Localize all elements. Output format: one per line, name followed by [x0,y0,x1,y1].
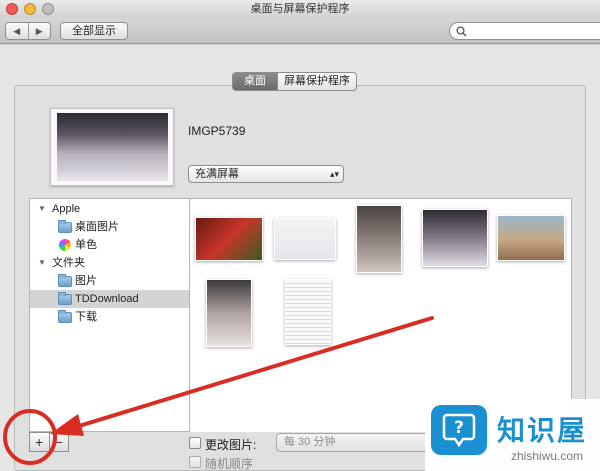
add-remove-control: + − [29,432,69,452]
random-order-checkbox[interactable] [189,456,201,468]
sidebar-item-label: 单色 [75,239,97,251]
sidebar-item-downloads[interactable]: 下载 [30,308,189,326]
sidebar-item-label: TDDownload [75,293,139,305]
image-thumbnail[interactable] [422,209,488,267]
fit-mode-value: 充满屏幕 [195,168,239,180]
change-picture-label: 更改图片: [205,438,257,452]
sidebar-item-desktop-pictures[interactable]: 桌面图片 [30,218,189,236]
toolbar: ◀ ▶ 全部显示 [0,18,600,44]
image-grid [190,198,572,432]
image-thumbnail[interactable] [497,215,565,261]
preview-image [57,113,168,181]
search-icon [456,26,467,37]
folder-icon [58,310,72,323]
sidebar-item-pictures[interactable]: 图片 [30,272,189,290]
updown-arrows-icon: ▴▾ [329,169,339,179]
image-thumbnail[interactable] [356,205,402,273]
sidebar-item-tddownload[interactable]: TDDownload [30,290,189,308]
source-list: ▼ Apple 桌面图片 单色 ▼ 文件夹 图片 TDDownload 下载 [29,198,190,432]
tab-screensaver[interactable]: 屏幕保护程序 [277,73,356,90]
group-folders[interactable]: ▼ 文件夹 [30,254,189,272]
brand-logo-icon: ? [431,405,487,455]
remove-folder-button[interactable]: − [48,433,69,451]
current-desktop-preview [50,108,174,186]
random-order-label: 随机顺序 [205,457,254,471]
watermark-brand: 知识屋 [497,414,588,447]
folder-icon [58,220,72,233]
disclosure-triangle-icon[interactable]: ▼ [38,200,46,218]
tab-desktop[interactable]: 桌面 [233,73,277,90]
fit-mode-select[interactable]: 充满屏幕 ▴▾ [188,165,344,183]
image-thumbnail[interactable] [195,217,263,261]
svg-text:?: ? [454,418,464,438]
window-title: 桌面与屏幕保护程序 [250,3,350,15]
minimize-window-button[interactable] [24,3,36,15]
folder-icon [58,292,72,305]
group-label: Apple [52,203,81,215]
tab-bar: 桌面 屏幕保护程序 [232,72,357,91]
sidebar-item-solid-colors[interactable]: 单色 [30,236,189,254]
sidebar-item-label: 图片 [75,275,97,287]
disclosure-triangle-icon[interactable]: ▼ [38,254,46,272]
back-forward-control: ◀ ▶ [5,22,51,40]
window-titlebar: 桌面与屏幕保护程序 [0,0,600,18]
interval-select[interactable]: 每 30 分钟 [276,433,436,452]
folder-icon [58,274,72,287]
forward-button[interactable]: ▶ [27,23,51,39]
watermark-badge: ? 知识屋 zhishiwu.com [425,399,600,471]
color-wheel-icon [59,239,71,251]
window-controls [6,3,54,15]
close-window-button[interactable] [6,3,18,15]
add-folder-button[interactable]: + [30,433,49,451]
current-filename: IMGP5739 [188,124,246,138]
zoom-window-button[interactable] [42,3,54,15]
show-all-button[interactable]: 全部显示 [60,22,128,40]
sidebar-item-label: 桌面图片 [75,221,119,233]
image-thumbnail[interactable] [285,279,331,345]
image-thumbnail[interactable] [274,218,336,260]
sidebar-item-label: 下载 [75,311,97,323]
change-picture-checkbox[interactable] [189,437,201,449]
back-button[interactable]: ◀ [6,23,28,39]
watermark-site: zhishiwu.com [511,449,584,463]
group-apple[interactable]: ▼ Apple [30,200,189,218]
group-label: 文件夹 [52,257,85,269]
image-thumbnail[interactable] [206,279,252,347]
search-input[interactable] [449,22,600,40]
